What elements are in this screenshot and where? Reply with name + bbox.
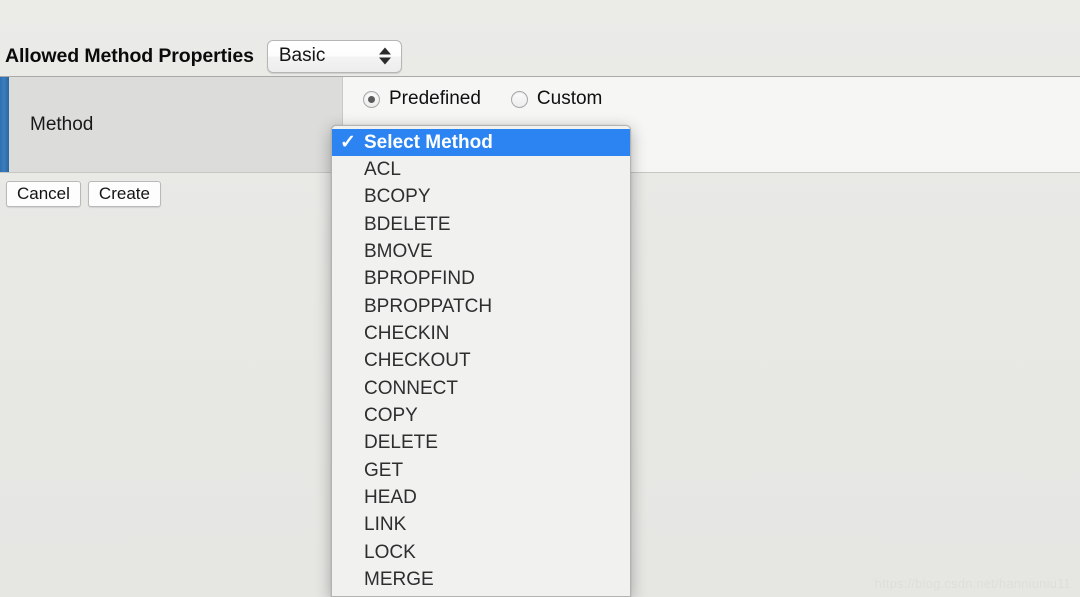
triangle-down-icon[interactable]: [378, 57, 391, 65]
method-field-label: Method: [30, 113, 94, 135]
section-header: Allowed Method Properties Basic: [0, 36, 1080, 76]
menu-item[interactable]: ✓ Select Method: [332, 129, 630, 157]
checkmark-icon-hidden: ✓: [332, 516, 364, 535]
radio-predefined-label: Predefined: [389, 88, 481, 109]
menu-item-label: LINK: [364, 514, 407, 536]
triangle-up-icon[interactable]: [378, 47, 391, 55]
cancel-button[interactable]: Cancel: [6, 181, 81, 207]
create-button[interactable]: Create: [87, 181, 161, 207]
menu-item[interactable]: ✓MERGE: [332, 567, 630, 594]
checkmark-icon-hidden: ✓: [332, 352, 364, 371]
method-dropdown-menu[interactable]: ✓Select Method✓ACL✓BCOPY✓BDELETE✓BMOVE✓B…: [331, 125, 631, 597]
watermark: https://blog.csdn.net/hanniuniu11: [874, 576, 1071, 591]
menu-item[interactable]: ✓LINK: [332, 512, 630, 539]
checkmark-icon-hidden: ✓: [332, 188, 364, 207]
page-title: Allowed Method Properties: [5, 44, 254, 67]
checkmark-icon-hidden: ✓: [332, 243, 364, 262]
radio-custom-indicator[interactable]: [510, 90, 528, 108]
checkmark-icon-hidden: ✓: [332, 297, 364, 316]
menu-item[interactable]: ✓DELETE: [332, 430, 630, 457]
menu-item[interactable]: ✓CONNECT: [332, 375, 630, 402]
menu-item-label: HEAD: [364, 487, 417, 509]
checkmark-icon-hidden: ✓: [332, 379, 364, 398]
menu-item[interactable]: ✓CHECKOUT: [332, 348, 630, 375]
checkmark-icon-hidden: ✓: [332, 215, 364, 234]
auth-scheme-select-value: Basic: [278, 45, 326, 66]
menu-item-label: CHECKOUT: [364, 350, 471, 372]
menu-item-label: MERGE: [364, 569, 434, 591]
menu-item-label: BPROPFIND: [364, 268, 475, 290]
menu-item-label: BDELETE: [364, 213, 451, 235]
menu-item[interactable]: ✓BMOVE: [332, 238, 630, 265]
menu-item[interactable]: ✓BPROPPATCH: [332, 293, 630, 320]
checkmark-icon-hidden: ✓: [332, 543, 364, 562]
menu-item-label: GET: [364, 459, 404, 481]
method-row-label-cell[interactable]: Method: [9, 77, 343, 172]
checkmark-icon-hidden: ✓: [332, 571, 364, 590]
checkmark-icon: ✓: [340, 132, 356, 154]
menu-item[interactable]: ✓GET: [332, 457, 630, 484]
menu-item[interactable]: ✓BPROPFIND: [332, 266, 630, 293]
menu-item[interactable]: ✓BDELETE: [332, 211, 630, 238]
checkmark-icon-hidden: ✓: [332, 407, 364, 426]
menu-item-label: COPY: [364, 405, 418, 427]
menu-item[interactable]: ✓ACL: [332, 156, 630, 183]
radio-custom[interactable]: Custom: [510, 88, 603, 110]
menu-item-label: ACL: [364, 159, 401, 181]
menu-item-label: LOCK: [364, 541, 416, 563]
checkmark-icon-hidden: ✓: [332, 325, 364, 344]
menu-item-label: BPROPPATCH: [364, 295, 493, 317]
menu-item-label: BCOPY: [364, 186, 431, 208]
stepper-arrows[interactable]: [378, 47, 391, 65]
radio-predefined[interactable]: Predefined: [363, 88, 481, 110]
radio-predefined-indicator[interactable]: [363, 90, 380, 108]
menu-item[interactable]: ✓HEAD: [332, 484, 630, 511]
checkmark-icon-hidden: ✓: [332, 489, 364, 508]
menu-item[interactable]: ✓BCOPY: [332, 184, 630, 211]
menu-item[interactable]: ✓COPY: [332, 402, 630, 429]
auth-scheme-select[interactable]: Basic: [266, 39, 402, 73]
app-root: Allowed Method Properties Basic Method P…: [0, 0, 1080, 597]
row-selection-accent-bar: [0, 77, 9, 172]
menu-item-label: BMOVE: [364, 241, 433, 263]
menu-item-label: Select Method: [364, 131, 493, 153]
menu-item-label: DELETE: [364, 432, 438, 454]
menu-item-label: CHECKIN: [364, 323, 450, 345]
radio-custom-label: Custom: [536, 88, 603, 109]
checkmark-icon-hidden: ✓: [332, 461, 364, 480]
menu-item[interactable]: ✓CHECKIN: [332, 320, 630, 347]
checkmark-icon-hidden: ✓: [332, 161, 364, 180]
method-type-radio-group: Predefined Custom: [363, 88, 602, 110]
form-actions: Cancel Create: [6, 181, 161, 207]
checkmark-icon-hidden: ✓: [332, 434, 364, 453]
checkmark-icon-hidden: ✓: [332, 270, 364, 289]
menu-item-label: CONNECT: [364, 377, 458, 399]
menu-item[interactable]: ✓LOCK: [332, 539, 630, 566]
